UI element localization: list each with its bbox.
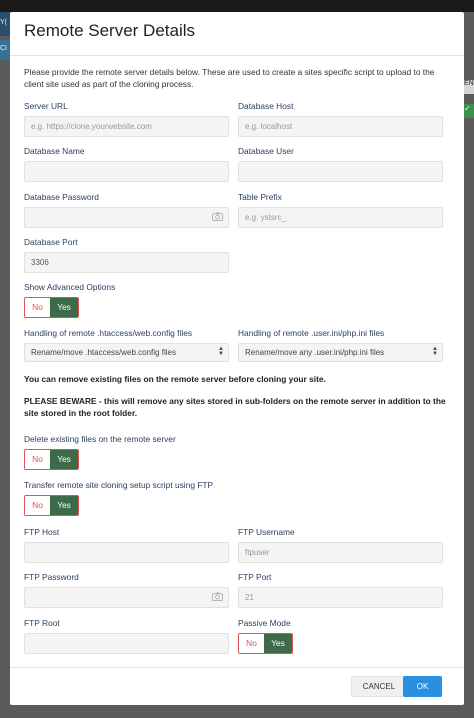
toggle-no-option[interactable]: No xyxy=(25,496,51,515)
show-advanced-toggle[interactable]: No Yes xyxy=(24,297,79,318)
database-password-input[interactable] xyxy=(24,207,229,228)
modal-header: Remote Server Details xyxy=(10,12,464,56)
database-port-label: Database Port xyxy=(24,237,78,247)
server-url-input[interactable]: e.g. https://clone.yourwebsite.com xyxy=(24,116,229,137)
transfer-ftp-toggle[interactable]: No Yes xyxy=(24,495,79,516)
server-url-label: Server URL xyxy=(24,101,68,111)
toggle-yes-option[interactable]: Yes xyxy=(50,450,78,469)
ok-button[interactable]: OK xyxy=(403,676,442,697)
database-name-label: Database Name xyxy=(24,146,85,156)
database-host-input[interactable]: e.g. localhost xyxy=(238,116,443,137)
transfer-ftp-field: Transfer remote site cloning setup scrip… xyxy=(24,479,324,516)
ftp-username-label: FTP Username xyxy=(238,527,295,537)
background-column-label: ENSIO xyxy=(464,80,474,94)
toggle-no-option[interactable]: No xyxy=(25,298,51,317)
camera-icon[interactable] xyxy=(212,212,223,221)
show-advanced-label: Show Advanced Options xyxy=(24,282,116,292)
table-prefix-input[interactable]: e.g. ystsrc_ xyxy=(238,207,443,228)
delete-existing-label: Delete existing files on the remote serv… xyxy=(24,434,176,444)
userini-select[interactable]: Rename/move any .user.ini/php.ini files … xyxy=(238,343,443,362)
database-host-label: Database Host xyxy=(238,101,294,111)
ftp-host-label: FTP Host xyxy=(24,527,60,537)
transfer-ftp-label: Transfer remote site cloning setup scrip… xyxy=(24,480,214,490)
toggle-yes-option[interactable]: Yes xyxy=(50,298,78,317)
database-port-field: Database Port 3306 xyxy=(24,236,229,273)
table-prefix-label: Table Prefix xyxy=(238,192,282,202)
ftp-username-field: FTP Username ftpuser xyxy=(238,526,443,563)
ftp-root-label: FTP Root xyxy=(24,618,60,628)
camera-icon[interactable] xyxy=(212,592,223,601)
modal-body: Please provide the remote server details… xyxy=(10,56,464,667)
show-advanced-field: Show Advanced Options No Yes xyxy=(24,281,229,318)
passive-mode-field: Passive Mode No Yes xyxy=(238,617,443,654)
remove-files-note: You can remove existing files on the rem… xyxy=(24,374,326,384)
delete-existing-toggle[interactable]: No Yes xyxy=(24,449,79,470)
database-host-field: Database Host e.g. localhost xyxy=(238,100,443,137)
toggle-yes-option[interactable]: Yes xyxy=(50,496,78,515)
htaccess-field: Handling of remote .htaccess/web.config … xyxy=(24,327,229,362)
database-user-field: Database User xyxy=(238,145,443,182)
server-url-field: Server URL e.g. https://clone.yourwebsit… xyxy=(24,100,229,137)
userini-label: Handling of remote .user.ini/php.ini fil… xyxy=(238,328,385,338)
ftp-port-field: FTP Port 21 xyxy=(238,571,443,608)
toggle-no-option[interactable]: No xyxy=(239,634,265,653)
modal-footer: CANCEL OK xyxy=(10,667,464,705)
database-name-field: Database Name xyxy=(24,145,229,182)
database-name-input[interactable] xyxy=(24,161,229,182)
database-port-input[interactable]: 3306 xyxy=(24,252,229,273)
cancel-button[interactable]: CANCEL xyxy=(351,676,407,697)
ftp-username-input[interactable]: ftpuser xyxy=(238,542,443,563)
ftp-port-input[interactable]: 21 xyxy=(238,587,443,608)
ftp-root-input[interactable] xyxy=(24,633,229,654)
table-prefix-field: Table Prefix e.g. ystsrc_ xyxy=(238,191,443,228)
ftp-password-label: FTP Password xyxy=(24,572,79,582)
select-arrows-icon: ▲ ▼ xyxy=(432,346,438,357)
ftp-password-input[interactable] xyxy=(24,587,229,608)
ftp-port-label: FTP Port xyxy=(238,572,272,582)
remote-server-modal: Remote Server Details Please provide the… xyxy=(10,12,464,705)
ftp-host-field: FTP Host xyxy=(24,526,229,563)
select-arrows-icon: ▲ ▼ xyxy=(218,346,224,357)
database-user-input[interactable] xyxy=(238,161,443,182)
ftp-password-field: FTP Password xyxy=(24,571,229,608)
background-check-icon: ✓ xyxy=(464,104,474,118)
userini-field: Handling of remote .user.ini/php.ini fil… xyxy=(238,327,443,362)
ftp-root-field: FTP Root xyxy=(24,617,229,654)
database-password-label: Database Password xyxy=(24,192,99,202)
delete-existing-field: Delete existing files on the remote serv… xyxy=(24,433,324,470)
htaccess-select[interactable]: Rename/move .htaccess/web.config files ▲… xyxy=(24,343,229,362)
database-user-label: Database User xyxy=(238,146,294,156)
toggle-no-option[interactable]: No xyxy=(25,450,51,469)
database-password-field: Database Password xyxy=(24,191,229,228)
background-page-header xyxy=(0,0,474,12)
htaccess-selected: Rename/move .htaccess/web.config files xyxy=(31,348,176,357)
toggle-yes-option[interactable]: Yes xyxy=(264,634,292,653)
ftp-host-input[interactable] xyxy=(24,542,229,563)
passive-mode-label: Passive Mode xyxy=(238,618,291,628)
intro-text: Please provide the remote server details… xyxy=(24,67,435,89)
background-tab: Y( xyxy=(0,12,10,36)
modal-title: Remote Server Details xyxy=(24,21,196,40)
htaccess-label: Handling of remote .htaccess/web.config … xyxy=(24,328,193,338)
passive-mode-toggle[interactable]: No Yes xyxy=(238,633,293,654)
beware-note: PLEASE BEWARE - this will remove any sit… xyxy=(24,396,446,418)
background-tab: CI xyxy=(0,40,10,60)
userini-selected: Rename/move any .user.ini/php.ini files xyxy=(245,348,385,357)
